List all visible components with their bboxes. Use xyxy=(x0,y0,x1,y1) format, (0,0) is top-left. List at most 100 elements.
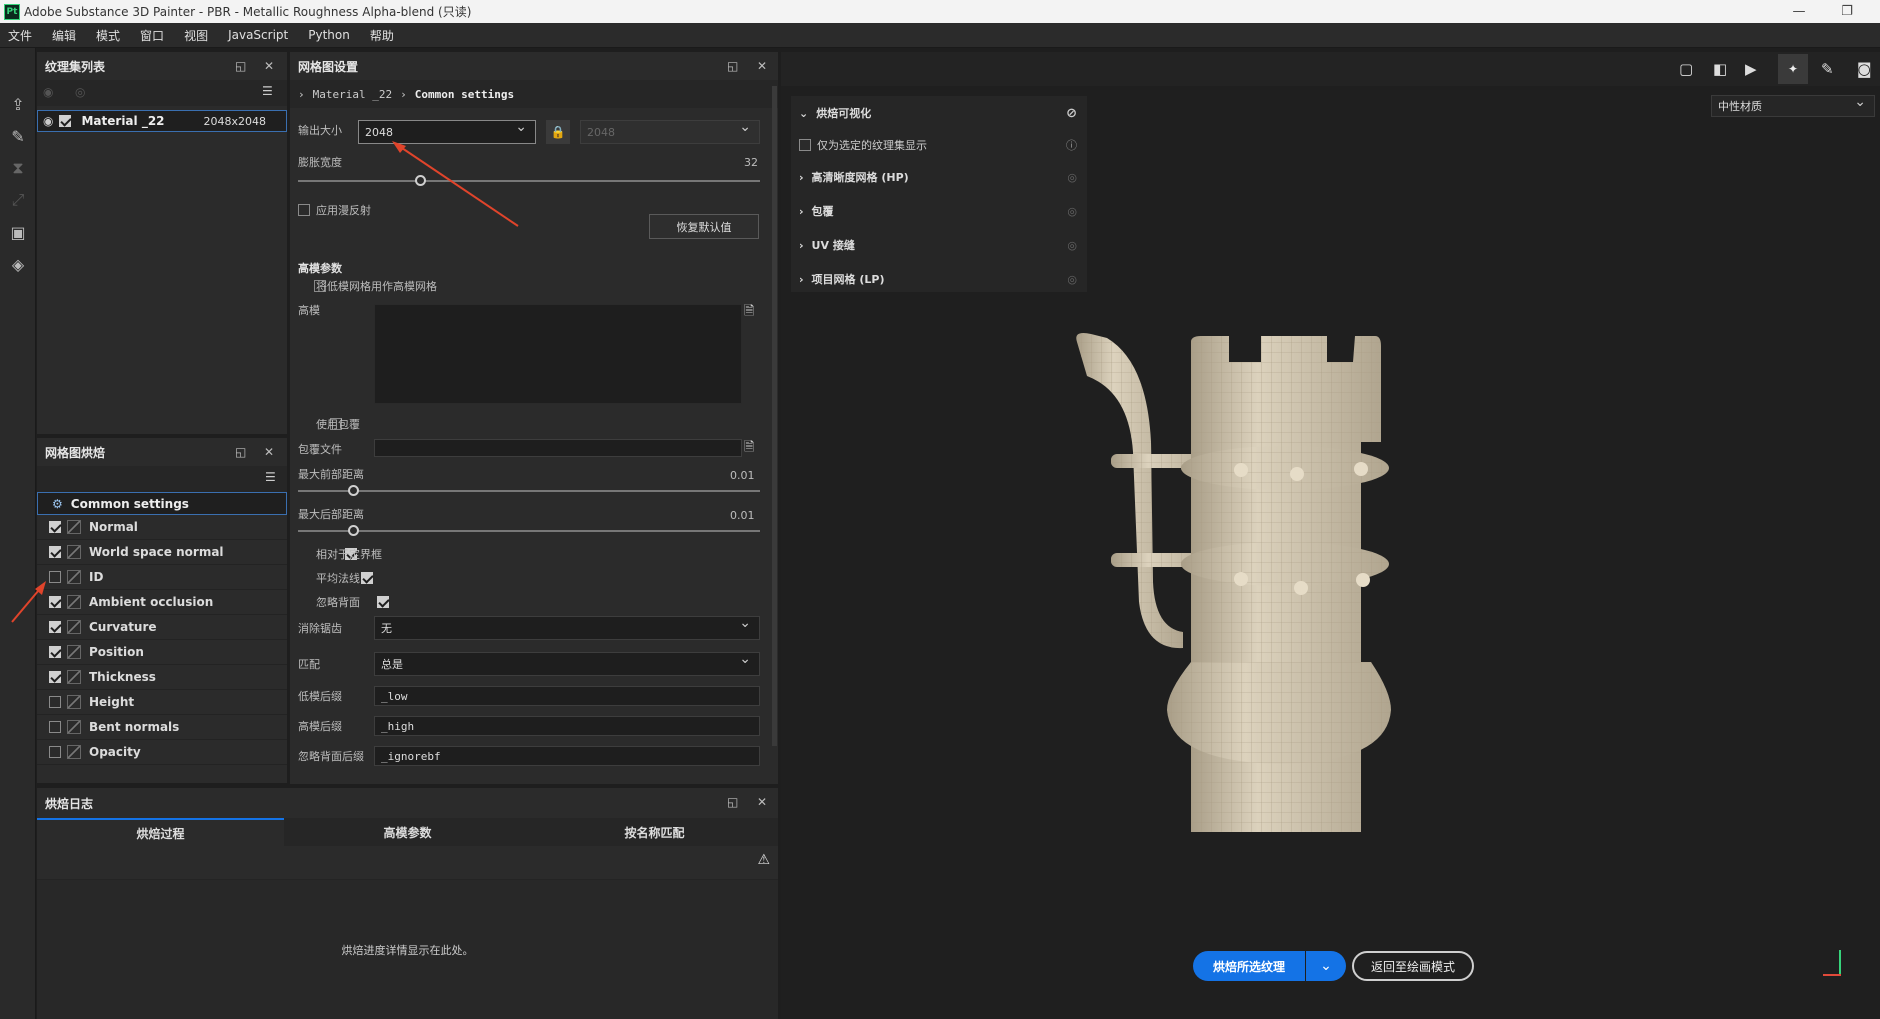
close-icon[interactable]: ✕ xyxy=(264,445,274,459)
eye-icon[interactable]: ◎ xyxy=(1067,239,1077,252)
map-checkbox[interactable] xyxy=(49,721,61,733)
shelf-icon[interactable]: ◈ xyxy=(0,248,36,280)
document-icon[interactable]: ▣ xyxy=(0,216,36,248)
breadcrumb-material[interactable]: Material _22 xyxy=(313,88,392,101)
map-checkbox[interactable] xyxy=(49,621,61,633)
material-select[interactable]: 中性材质 xyxy=(1711,94,1875,117)
return-to-paint-button[interactable]: 返回至绘画模式 xyxy=(1352,951,1474,981)
map-row-height[interactable]: Height xyxy=(37,690,287,715)
float-icon[interactable]: ◱ xyxy=(727,795,738,809)
bake-mode-icon[interactable]: ✦ xyxy=(1778,54,1808,84)
menu-javascript[interactable]: JavaScript xyxy=(228,28,288,42)
file-icon[interactable]: 🗎 xyxy=(744,302,754,324)
map-row-world-space-normal[interactable]: World space normal xyxy=(37,540,287,565)
visualization-item-hp[interactable]: › 高清晰度网格 (HP) ◎ xyxy=(791,160,1087,194)
menu-python[interactable]: Python xyxy=(308,28,350,42)
slider-knob[interactable] xyxy=(347,485,359,496)
map-row-ambient-occlusion[interactable]: Ambient occlusion xyxy=(37,590,287,615)
map-row-position[interactable]: Position xyxy=(37,640,287,665)
reset-default-button[interactable]: 恢复默认值 xyxy=(649,214,759,239)
high-poly-list[interactable] xyxy=(374,304,742,404)
export-icon[interactable]: ⇪ xyxy=(0,88,36,120)
camera-icon[interactable]: ▶ xyxy=(1745,60,1757,78)
map-row-normal[interactable]: Normal xyxy=(37,515,287,540)
map-row-bent-normals[interactable]: Bent normals xyxy=(37,715,287,740)
menu-mode[interactable]: 模式 xyxy=(96,27,120,44)
minimize-button[interactable]: — xyxy=(1776,0,1822,23)
map-checkbox[interactable] xyxy=(49,521,61,533)
match-select[interactable]: 总是 xyxy=(374,651,760,676)
file-icon[interactable]: 🗎 xyxy=(744,438,754,460)
max-front-slider[interactable] xyxy=(298,485,760,497)
ignore-backface-checkbox[interactable] xyxy=(377,595,390,608)
visualization-item-uv[interactable]: › UV 接缝 ◎ xyxy=(791,228,1087,262)
texture-set-checkbox[interactable] xyxy=(59,115,72,127)
eye-icon[interactable]: ◎ xyxy=(1067,273,1077,286)
map-checkbox[interactable] xyxy=(49,571,61,583)
max-rear-slider[interactable] xyxy=(298,525,760,537)
lock-icon[interactable]: 🔒 xyxy=(546,120,570,144)
tab-high-poly-params[interactable]: 高模参数 xyxy=(284,818,531,846)
menu-window[interactable]: 窗口 xyxy=(140,27,164,44)
warning-icon[interactable]: ⚠ xyxy=(757,852,770,868)
viewport[interactable]: ▢ ◧ ▶ ✦ ✎ ◙ 中性材质 ⌄ 烘焙可视化 ⊘ 仅为选定的纹理集显示 ⓘ … xyxy=(781,52,1880,1019)
float-icon[interactable]: ◱ xyxy=(727,59,738,73)
ignore-suffix-input[interactable]: _ignorebf xyxy=(374,746,760,766)
menu-help[interactable]: 帮助 xyxy=(370,27,394,44)
map-checkbox[interactable] xyxy=(49,746,61,758)
common-settings-item[interactable]: ⚙ Common settings xyxy=(37,492,287,515)
restore-button[interactable]: ❐ xyxy=(1824,0,1870,23)
antialias-select[interactable]: 无 xyxy=(374,615,760,640)
bake-selected-button[interactable]: 烘焙所选纹理 xyxy=(1193,951,1305,981)
float-icon[interactable]: ◱ xyxy=(235,445,246,459)
map-row-opacity[interactable]: Opacity xyxy=(37,740,287,765)
cube-icon[interactable]: ◧ xyxy=(1713,60,1727,78)
menu-file[interactable]: 文件 xyxy=(8,27,32,44)
float-icon[interactable]: ◱ xyxy=(235,59,246,73)
bake-icon[interactable]: ✎ xyxy=(0,120,36,152)
eye-off-icon[interactable]: ⊘ xyxy=(1066,106,1077,121)
menu-icon[interactable]: ☰ xyxy=(265,470,276,484)
visualization-item-cage[interactable]: › 包覆 ◎ xyxy=(791,194,1087,228)
map-checkbox[interactable] xyxy=(49,696,61,708)
slider-knob[interactable] xyxy=(415,175,427,186)
map-checkbox[interactable] xyxy=(49,596,61,608)
scrollbar[interactable] xyxy=(772,86,777,746)
map-checkbox[interactable] xyxy=(49,646,61,658)
map-checkbox[interactable] xyxy=(49,671,61,683)
average-normals-checkbox[interactable] xyxy=(361,571,374,584)
map-row-curvature[interactable]: Curvature xyxy=(37,615,287,640)
output-size-select[interactable]: 2048 xyxy=(358,119,536,144)
visualization-item-lp[interactable]: › 项目网格 (LP) ◎ xyxy=(791,262,1087,296)
close-icon[interactable]: ✕ xyxy=(264,59,274,73)
cage-file-input[interactable] xyxy=(374,439,742,457)
low-suffix-input[interactable]: _low xyxy=(374,686,760,706)
menu-edit[interactable]: 编辑 xyxy=(52,27,76,44)
history-icon[interactable]: ⧗ xyxy=(0,152,36,184)
close-icon[interactable]: ✕ xyxy=(757,59,767,73)
brush-icon[interactable]: ✎ xyxy=(1821,60,1834,78)
tab-bake-process[interactable]: 烘焙过程 xyxy=(37,818,284,846)
map-row-thickness[interactable]: Thickness xyxy=(37,665,287,690)
visibility-eye-icon[interactable]: ◉ xyxy=(43,114,53,128)
map-row-id[interactable]: ID xyxy=(37,565,287,590)
eye-icon[interactable]: ◎ xyxy=(75,85,85,99)
bake-options-dropdown[interactable]: ⌄ xyxy=(1306,951,1346,981)
close-icon[interactable]: ✕ xyxy=(757,795,767,809)
info-icon[interactable]: ⓘ xyxy=(1066,137,1077,153)
only-selected-checkbox[interactable] xyxy=(799,139,811,151)
menu-view[interactable]: 视图 xyxy=(184,27,208,44)
high-suffix-input[interactable]: _high xyxy=(374,716,760,736)
frame-icon[interactable]: ▢ xyxy=(1679,60,1693,78)
slider-knob[interactable] xyxy=(347,525,359,536)
apply-diffusion-checkbox[interactable] xyxy=(298,203,310,216)
dilation-slider[interactable] xyxy=(298,175,760,187)
texture-set-item[interactable]: ◉ Material _22 2048x2048 xyxy=(37,110,287,132)
menu-icon[interactable]: ☰ xyxy=(262,84,273,98)
eye-icon[interactable]: ◎ xyxy=(1067,171,1077,184)
eye-icon[interactable]: ◎ xyxy=(1067,205,1077,218)
visualization-header[interactable]: ⌄ 烘焙可视化 ⊘ xyxy=(791,96,1087,130)
transform-icon[interactable]: ⤢ xyxy=(0,184,36,216)
screenshot-icon[interactable]: ◙ xyxy=(1857,60,1872,78)
layers-visibility-icon[interactable]: ◉ xyxy=(43,85,53,99)
